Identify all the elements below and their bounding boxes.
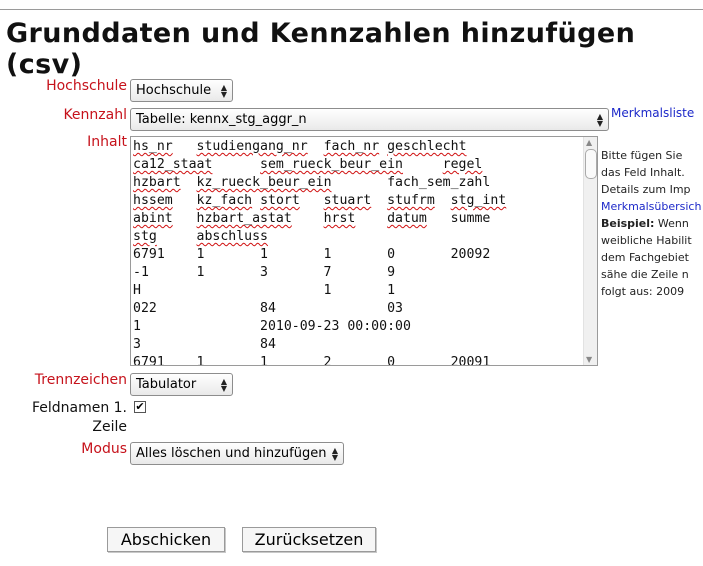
- inhalt-token: stufrm: [387, 193, 435, 208]
- inhalt-token: 022 84 03: [133, 301, 403, 316]
- inhalt-token: [332, 175, 388, 190]
- updown-arrows-icon: ▲ ▼: [331, 445, 339, 462]
- merkmalsliste-link[interactable]: Merkmalsliste: [611, 106, 694, 120]
- inhalt-token: kz_fach: [196, 193, 253, 208]
- inhalt-token: H 1 1: [133, 283, 396, 298]
- inhalt-token: [181, 175, 197, 190]
- inhalt-token: [252, 193, 260, 208]
- modus-select-value: Alles löschen und hinzufügen: [136, 446, 327, 461]
- inhalt-textarea[interactable]: hs_nr studiengang_nr fach_nr geschlecht …: [130, 136, 598, 366]
- page-title: Grunddaten und Kennzahlen hinzufügen (cs…: [6, 18, 636, 80]
- inhalt-token: stuart: [323, 193, 372, 208]
- inhalt-token: [435, 193, 451, 208]
- inhalt-token: [157, 229, 197, 244]
- inhalt-token: [427, 211, 451, 226]
- inhalt-token: [403, 157, 443, 172]
- inhalt-token: [292, 211, 324, 226]
- inhalt-label: Inhalt: [87, 134, 127, 150]
- inhalt-token: [212, 157, 260, 172]
- inhalt-token: [173, 211, 197, 226]
- inhalt-token: summe: [450, 211, 491, 226]
- inhalt-token: [173, 193, 197, 208]
- help-text: Bitte fügen Sie das Feld Inhalt. Details…: [601, 149, 703, 298]
- inhalt-token: regel: [442, 157, 483, 172]
- inhalt-token: sem_rueck_beur_ein: [260, 157, 403, 172]
- textarea-scrollbar[interactable]: ▲ ▼: [583, 137, 597, 365]
- trennzeichen-select-value: Tabulator: [136, 377, 197, 392]
- inhalt-token: -1 1 3 7 9: [133, 265, 396, 280]
- inhalt-token: 6791 1 1 2 0 20091: [133, 355, 491, 366]
- inhalt-token: kz_rueck_beur_ein: [196, 175, 332, 190]
- checkmark-icon: ✔: [135, 400, 145, 413]
- inhalt-token: hzbart_astat: [196, 211, 292, 226]
- scroll-up-icon[interactable]: ▲: [586, 138, 592, 147]
- inhalt-token: stort: [260, 193, 300, 208]
- kennzahl-label: Kennzahl: [63, 107, 127, 123]
- inhalt-token: [355, 211, 387, 226]
- inhalt-token: datum: [387, 211, 427, 226]
- inhalt-token: [300, 193, 324, 208]
- scroll-down-icon[interactable]: ▼: [586, 355, 592, 364]
- inhalt-token: fach_nr: [323, 139, 380, 154]
- inhalt-token: 1 2010-09-23 00:00:00: [133, 319, 411, 334]
- submit-button[interactable]: Abschicken: [107, 527, 225, 552]
- inhalt-token: stg_int: [450, 193, 507, 208]
- inhalt-token: hzbart: [133, 175, 181, 190]
- feldnamen-checkbox[interactable]: ✔: [134, 401, 146, 413]
- inhalt-token: 6791 1 1 1 0 20092: [133, 247, 491, 262]
- hochschule-select-value: Hochschule: [136, 83, 212, 98]
- inhalt-token: ca12_staat: [133, 157, 213, 172]
- hochschule-select[interactable]: Hochschule ▲ ▼: [130, 79, 233, 102]
- inhalt-token: [173, 139, 197, 154]
- hochschule-label: Hochschule: [46, 78, 127, 94]
- updown-arrows-icon: ▲ ▼: [596, 111, 604, 128]
- inhalt-token: hssem: [133, 193, 173, 208]
- updown-arrows-icon: ▲ ▼: [220, 376, 228, 393]
- inhalt-token: hrst: [323, 211, 356, 226]
- inhalt-token: fach_sem_zahl: [387, 175, 491, 190]
- inhalt-token: abint: [133, 211, 173, 226]
- kennzahl-select-value: Tabelle: kennx_stg_aggr_n: [136, 112, 307, 127]
- inhalt-token: 3 84: [133, 337, 276, 352]
- scrollbar-thumb[interactable]: [585, 149, 597, 179]
- top-divider: [0, 9, 703, 10]
- trennzeichen-select[interactable]: Tabulator ▲ ▼: [130, 373, 233, 396]
- inhalt-token: studiengang_nr: [196, 139, 308, 154]
- modus-label: Modus: [81, 441, 127, 457]
- modus-select[interactable]: Alles löschen und hinzufügen ▲ ▼: [130, 442, 344, 465]
- inhalt-token: [308, 139, 324, 154]
- inhalt-token: abschluss: [196, 229, 268, 244]
- kennzahl-select[interactable]: Tabelle: kennx_stg_aggr_n ▲ ▼: [130, 108, 609, 131]
- trennzeichen-label: Trennzeichen: [34, 372, 127, 388]
- inhalt-token: geschlecht: [387, 139, 467, 154]
- reset-button[interactable]: Zurücksetzen: [242, 527, 376, 552]
- merkmalsuebersicht-link[interactable]: Merkmalsübersich: [601, 198, 703, 215]
- inhalt-token: [379, 139, 387, 154]
- feldnamen-label: Feldnamen 1. Zeile: [31, 400, 127, 435]
- inhalt-token: [371, 193, 387, 208]
- inhalt-content: hs_nr studiengang_nr fach_nr geschlecht …: [131, 137, 597, 366]
- inhalt-token: hs_nr: [133, 139, 173, 154]
- updown-arrows-icon: ▲ ▼: [220, 82, 228, 99]
- inhalt-token: stg: [133, 229, 157, 244]
